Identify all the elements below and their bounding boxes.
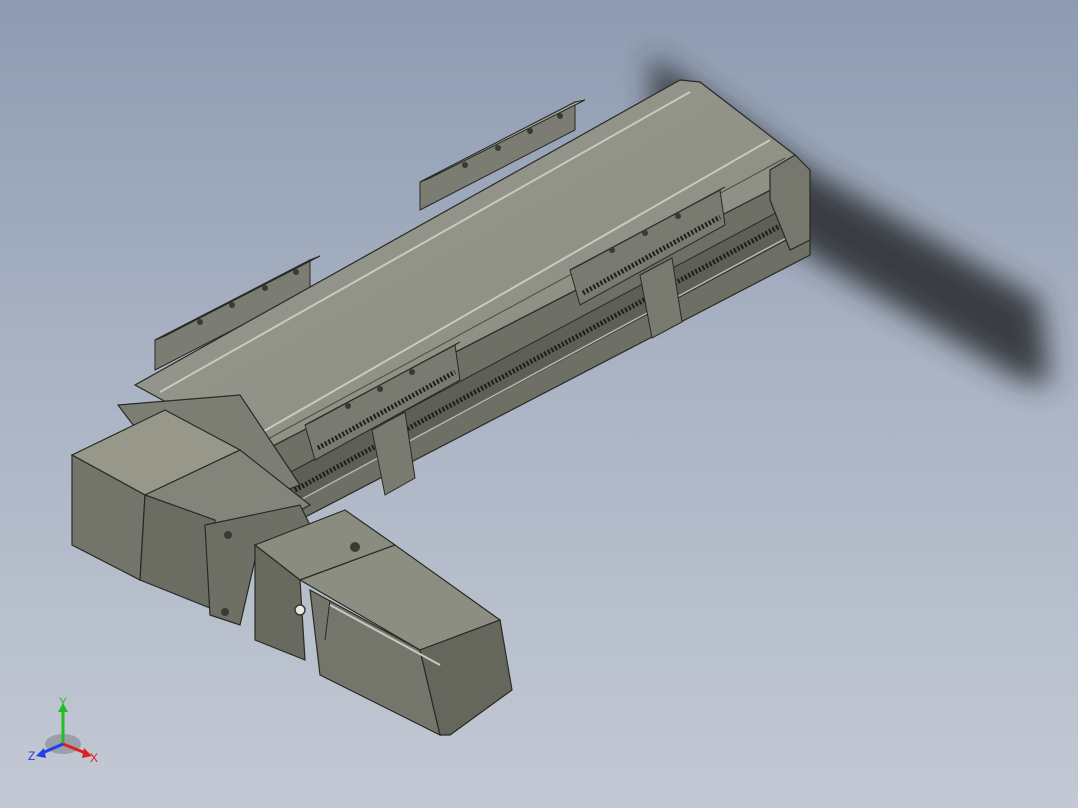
linear-actuator-model[interactable]	[0, 0, 1078, 808]
y-axis-label: Y	[59, 695, 67, 709]
cad-3d-viewport[interactable]: Y X Z	[0, 0, 1078, 808]
x-axis-label: X	[90, 751, 98, 765]
coordinate-triad: Y X Z	[28, 695, 98, 765]
z-axis-label: Z	[28, 749, 35, 763]
servo-motor	[298, 544, 513, 737]
